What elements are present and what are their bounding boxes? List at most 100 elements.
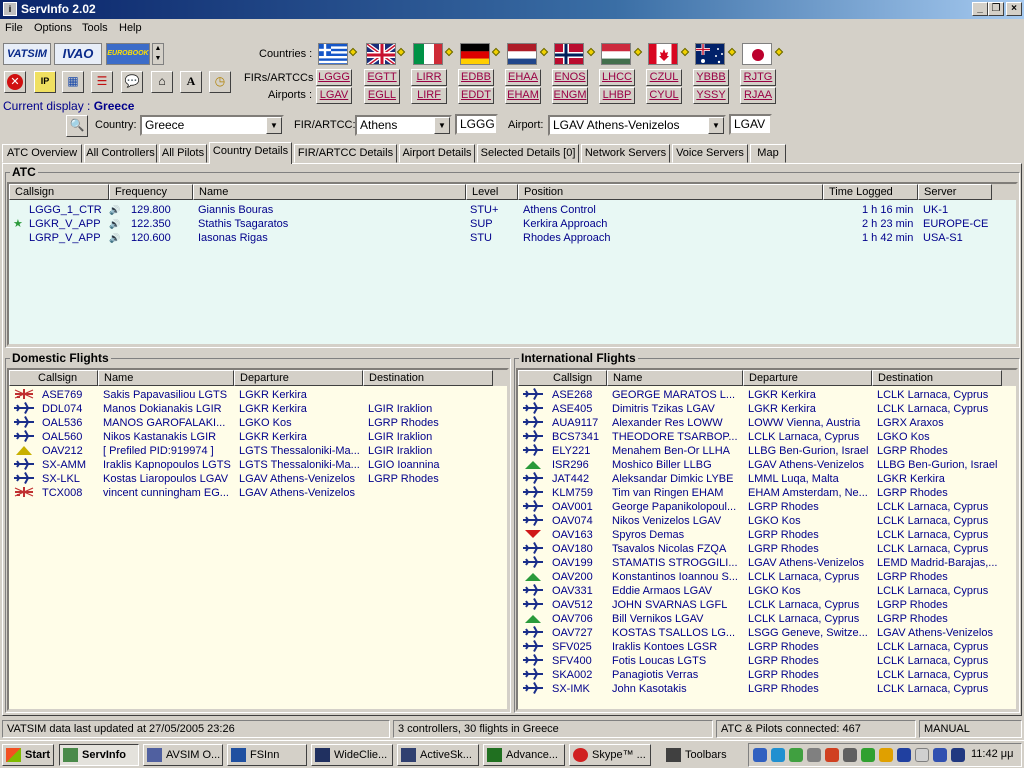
tab-atc-overview[interactable]: ATC Overview	[2, 144, 82, 163]
airport-button-lirf[interactable]: LIRF	[411, 87, 447, 104]
tray-antivirus-icon[interactable]	[933, 748, 947, 762]
flight-row[interactable]: OAL560 Nikos Kastanakis LGIR LGKR Kerkira L…	[9, 430, 507, 444]
italy-flag-icon[interactable]	[413, 43, 443, 65]
airport-button-eddt[interactable]: EDDT	[458, 87, 494, 104]
flight-row[interactable]: TCX008 vincent cunningham EG... LGAV Athen…	[9, 486, 507, 500]
flight-row[interactable]: KLM759 Tim van Ringen EHAM EHAM Amsterdam,…	[518, 486, 1016, 500]
japan-flag-icon[interactable]	[742, 43, 772, 65]
chevron-down-icon[interactable]: ▼	[434, 117, 450, 134]
fir-button-lhcc[interactable]: LHCC	[599, 69, 635, 86]
tray-skype-icon[interactable]	[861, 748, 875, 762]
flight-row[interactable]: JAT442 Aleksandar Dimkic LYBE LMML Luqa, M…	[518, 472, 1016, 486]
fir-button-ybbb[interactable]: YBBB	[693, 69, 729, 86]
task-activesky[interactable]: ActiveSk...	[397, 744, 479, 766]
tray-audio-icon[interactable]	[843, 748, 857, 762]
task-toolbars[interactable]: Toolbars	[662, 744, 744, 766]
flight-row[interactable]: DDL074 Manos Dokianakis LGIR LGKR Kerkira L…	[9, 402, 507, 416]
fir-button-lirr[interactable]: LIRR	[411, 69, 447, 86]
menu-options[interactable]: Options	[34, 22, 72, 34]
flight-row[interactable]: OAV331 Eddie Armaos LGAV LGKO Kos LCLK Larn…	[518, 584, 1016, 598]
airport-code-field[interactable]: LGAV	[729, 114, 772, 135]
column-callsign[interactable]: Callsign	[9, 370, 98, 386]
fir-select[interactable]: Athens ▼	[355, 115, 452, 136]
airport-button-rjaa[interactable]: RJAA	[740, 87, 776, 104]
menu-file[interactable]: File	[5, 22, 23, 34]
tray-monitor-icon[interactable]	[771, 748, 785, 762]
atc-row[interactable]: ★ 🔊 LGKR_V_APP 122.350 Stathis Tsagaratos SUP…	[9, 217, 1016, 231]
tray-guard-icon[interactable]	[951, 748, 965, 762]
clock[interactable]: 11:42 μμ	[971, 748, 1013, 760]
airport-button-eham[interactable]: EHAM	[505, 87, 541, 104]
column-departure[interactable]: Departure	[743, 370, 872, 386]
australia-flag-icon[interactable]	[695, 43, 725, 65]
flight-row[interactable]: AUA9117 Alexander Res LOWW LOWW Vienna, Au…	[518, 416, 1016, 430]
chat-icon[interactable]: 💬	[121, 71, 143, 93]
menu-tools[interactable]: Tools	[82, 22, 108, 34]
flight-row[interactable]: OAV001 George Papanikolopoul... LGRP Rhode…	[518, 500, 1016, 514]
fir-button-rjtg[interactable]: RJTG	[740, 69, 776, 86]
flight-row[interactable]: SX-LKL Kostas Liaropoulos LGAV LGAV Athens…	[9, 472, 507, 486]
flight-row[interactable]: OAV163 Spyros Demas LGRP Rhodes LCLK Larnac…	[518, 528, 1016, 542]
column-destination[interactable]: Destination	[872, 370, 1002, 386]
tray-sync-icon[interactable]	[915, 748, 929, 762]
flight-row[interactable]: OAV212 [ Prefiled PID:919974 ] LGTS Thessa…	[9, 444, 507, 458]
flight-row[interactable]: SX-AMM Iraklis Kapnopoulos LGTS LGTS Thess…	[9, 458, 507, 472]
close-red-icon[interactable]: ✕	[4, 71, 26, 93]
grid-icon[interactable]: ▦	[62, 71, 84, 93]
flight-row[interactable]: ASE769 Sakis Papavasiliou LGTS LGKR Kerkir…	[9, 388, 507, 402]
column-name[interactable]: Name	[98, 370, 234, 386]
font-icon[interactable]: A	[180, 71, 202, 93]
network-icon[interactable]: ⌂	[151, 71, 173, 93]
international-flights-list[interactable]: Callsign Name Departure Destination ASE2…	[516, 368, 1018, 711]
tab-fir-artcc-details[interactable]: FIR/ARTCC Details	[294, 144, 397, 163]
canada-flag-icon[interactable]	[648, 43, 678, 65]
clock-icon[interactable]: ◷	[209, 71, 231, 93]
fir-button-ehaa[interactable]: EHAA	[505, 69, 541, 86]
fir-code-field[interactable]: LGGG	[455, 114, 498, 135]
speaker-icon[interactable]: 🔊	[109, 203, 120, 217]
tray-mail-icon[interactable]	[807, 748, 821, 762]
germany-flag-icon[interactable]	[460, 43, 490, 65]
flight-row[interactable]: OAV727 KOSTAS TSALLOS LG... LSGG Geneve, S…	[518, 626, 1016, 640]
column-position[interactable]: Position	[518, 184, 823, 200]
flight-row[interactable]: SFV400 Fotis Loucas LGTS LGRP Rhodes LCLK L…	[518, 654, 1016, 668]
flight-row[interactable]: OAV706 Bill Vernikos LGAV LCLK Larnaca, Cy…	[518, 612, 1016, 626]
column-callsign[interactable]: Callsign	[518, 370, 607, 386]
fir-button-czul[interactable]: CZUL	[646, 69, 682, 86]
flight-row[interactable]: ISR296 Moshico Biller LLBG LGAV Athens-Ven…	[518, 458, 1016, 472]
tab-all-controllers[interactable]: All Controllers	[84, 144, 157, 163]
task-wideclient[interactable]: WideClie...	[311, 744, 393, 766]
airport-button-yssy[interactable]: YSSY	[693, 87, 729, 104]
servinfo-app-icon[interactable]: i	[3, 2, 17, 16]
column-departure[interactable]: Departure	[234, 370, 363, 386]
fir-button-enos[interactable]: ENOS	[552, 69, 588, 86]
tab-all-pilots[interactable]: All Pilots	[159, 144, 207, 163]
menu-help[interactable]: Help	[119, 22, 142, 34]
airport-button-cyul[interactable]: CYUL	[646, 87, 682, 104]
hungary-flag-icon[interactable]	[601, 43, 631, 65]
atc-row[interactable]: 🔊 LGRP_V_APP 120.600 Iasonas Rigas STU Rhodes…	[9, 231, 1016, 245]
flight-row[interactable]: SX-IMK John Kasotakis LGRP Rhodes LCLK Larn…	[518, 682, 1016, 696]
tray-network-icon[interactable]	[753, 748, 767, 762]
atc-list[interactable]: Callsign Frequency Name Level Position T…	[7, 182, 1018, 346]
tab-voice-servers[interactable]: Voice Servers	[672, 144, 748, 163]
list-icon[interactable]: ☰	[91, 71, 113, 93]
start-button[interactable]: Start	[2, 744, 54, 766]
atc-row[interactable]: 🔊 LGGG_1_CTR 129.800 Giannis Bouras STU+ Athe…	[9, 203, 1016, 217]
speaker-icon[interactable]: 🔊	[109, 231, 120, 245]
airport-select[interactable]: LGAV Athens-Venizelos ▼	[548, 115, 726, 136]
flight-row[interactable]: ELY221 Menahem Ben-Or LLHA LLBG Ben-Gurion…	[518, 444, 1016, 458]
chevron-down-icon[interactable]: ▼	[266, 117, 282, 134]
ip-icon[interactable]: IP	[34, 71, 56, 93]
column-frequency[interactable]: Frequency	[109, 184, 193, 200]
flight-row[interactable]: ASE405 Dimitris Tzikas LGAV LGKR Kerkira LC…	[518, 402, 1016, 416]
airport-button-engm[interactable]: ENGM	[552, 87, 588, 104]
title-bar[interactable]: i ServInfo 2.02 _ ❐ ×	[0, 0, 1024, 19]
norway-flag-icon[interactable]	[554, 43, 584, 65]
fir-button-edbb[interactable]: EDBB	[458, 69, 494, 86]
tray-defender-icon[interactable]	[897, 748, 911, 762]
airport-button-lgav[interactable]: LGAV	[316, 87, 352, 104]
speaker-icon[interactable]: 🔊	[109, 217, 120, 231]
task-avsim[interactable]: AVSIM O...	[143, 744, 223, 766]
flight-row[interactable]: ASE268 GEORGE MARATOS L... LGKR Kerkira LCL…	[518, 388, 1016, 402]
